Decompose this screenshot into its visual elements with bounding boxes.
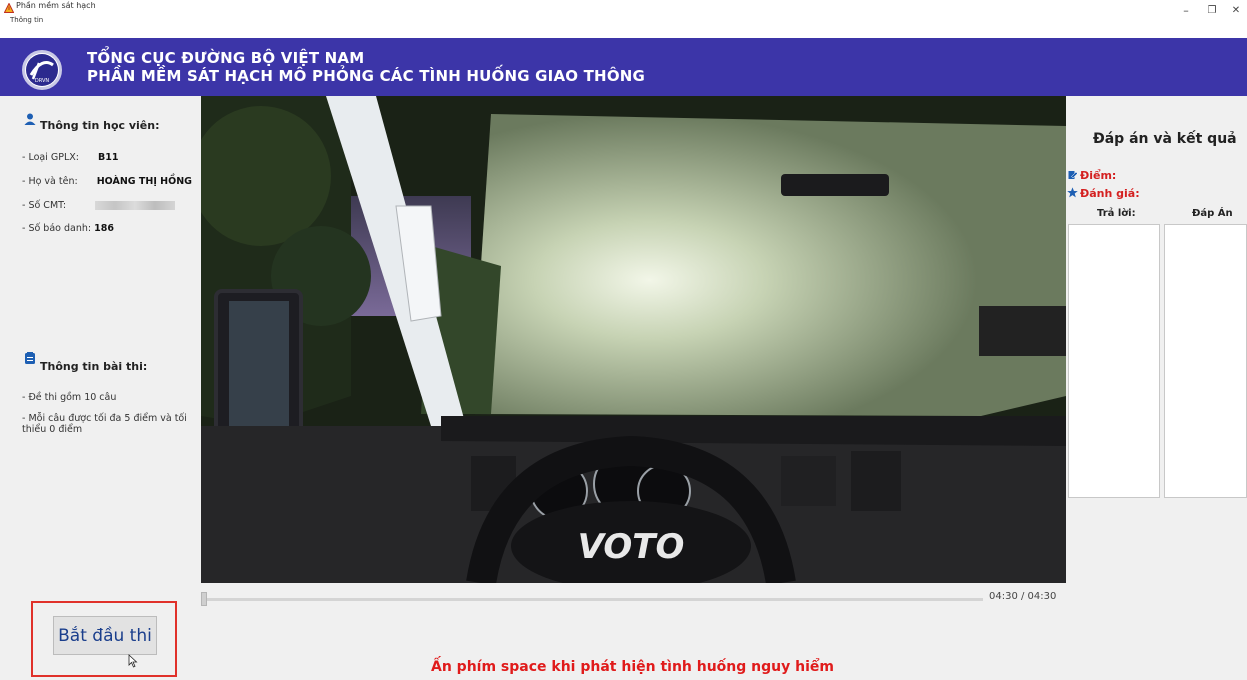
student-number-row: - Số báo danh: 186: [22, 223, 114, 234]
exam-question-count: - Đề thi gồm 10 câu: [22, 392, 117, 403]
name-label: - Họ và tên:: [22, 176, 78, 187]
menu-thong-tin[interactable]: Thông tin: [10, 16, 43, 24]
answer-column-header: Trả lời:: [1097, 208, 1136, 219]
answer-list[interactable]: [1068, 224, 1160, 498]
steering-brand: VOTO: [578, 527, 685, 567]
id-label: - Số CMT:: [22, 200, 67, 211]
score-label: Điểm:: [1080, 169, 1117, 182]
window-title: Phần mềm sát hạch: [16, 1, 96, 10]
drvn-logo: DRVN: [22, 50, 62, 90]
title-bar: Phần mềm sát hạch Thông tin – ❐ ✕: [0, 0, 1247, 38]
number-label: - Số báo danh:: [22, 223, 92, 234]
key-list[interactable]: [1164, 224, 1247, 498]
exam-scoring-line2: thiểu 0 điểm: [22, 424, 83, 435]
student-license-row: - Loại GPLX: B11: [22, 152, 118, 163]
space-key-hint: Ấn phím space khi phát hiện tình huống n…: [431, 659, 834, 675]
student-info-heading: Thông tin học viên:: [40, 119, 160, 132]
app-window: Phần mềm sát hạch Thông tin – ❐ ✕ DRVN T…: [0, 0, 1247, 680]
edit-icon: [1068, 171, 1078, 179]
simulation-video[interactable]: VOTO: [201, 96, 1066, 583]
student-id-row: - Số CMT:: [22, 200, 176, 211]
results-panel: Đáp án và kết quả Điểm: Đánh giá: Trả lờ…: [1066, 96, 1247, 680]
minimize-button[interactable]: –: [1176, 4, 1196, 18]
user-icon: [24, 113, 36, 125]
name-value: HOÀNG THỊ HỒNG: [96, 176, 192, 187]
star-icon: [1067, 187, 1078, 198]
start-button-highlight: Bắt đầu thi: [31, 601, 177, 677]
license-label: - Loại GPLX:: [22, 152, 79, 163]
video-time: 04:30 / 04:30: [989, 591, 1057, 602]
exam-icon: [25, 352, 35, 364]
exam-scoring-line1: - Mỗi câu được tối đa 5 điểm và tối: [22, 413, 187, 424]
student-name-row: - Họ và tên: HOÀNG THỊ HỒNG: [22, 176, 192, 187]
close-button[interactable]: ✕: [1226, 4, 1246, 18]
header-title-line1: TỔNG CỤC ĐƯỜNG BỘ VIỆT NAM: [87, 49, 365, 67]
warning-icon: [4, 3, 14, 13]
license-value: B11: [98, 152, 119, 163]
id-value-redacted: [95, 201, 176, 210]
number-value: 186: [94, 223, 114, 234]
cab-scene-image: VOTO: [201, 96, 1066, 583]
exam-info-heading: Thông tin bài thi:: [40, 360, 148, 373]
key-column-header: Đáp Án: [1192, 208, 1233, 219]
video-progress-track[interactable]: [203, 598, 983, 601]
start-exam-button[interactable]: Bắt đầu thi: [53, 616, 157, 655]
rating-label: Đánh giá:: [1080, 187, 1140, 200]
header-title-line2: PHẦN MỀM SÁT HẠCH MÔ PHỎNG CÁC TÌNH HUỐN…: [87, 67, 646, 85]
app-header: DRVN TỔNG CỤC ĐƯỜNG BỘ VIỆT NAM PHẦN MỀM…: [0, 38, 1247, 96]
restore-button[interactable]: ❐: [1202, 4, 1222, 18]
logo-text: DRVN: [35, 78, 49, 84]
mouse-cursor-icon: [128, 654, 138, 668]
results-title: Đáp án và kết quả: [1093, 131, 1237, 147]
video-progress-thumb[interactable]: [201, 592, 207, 606]
left-panel: Thông tin học viên: - Loại GPLX: B11 - H…: [0, 96, 201, 680]
